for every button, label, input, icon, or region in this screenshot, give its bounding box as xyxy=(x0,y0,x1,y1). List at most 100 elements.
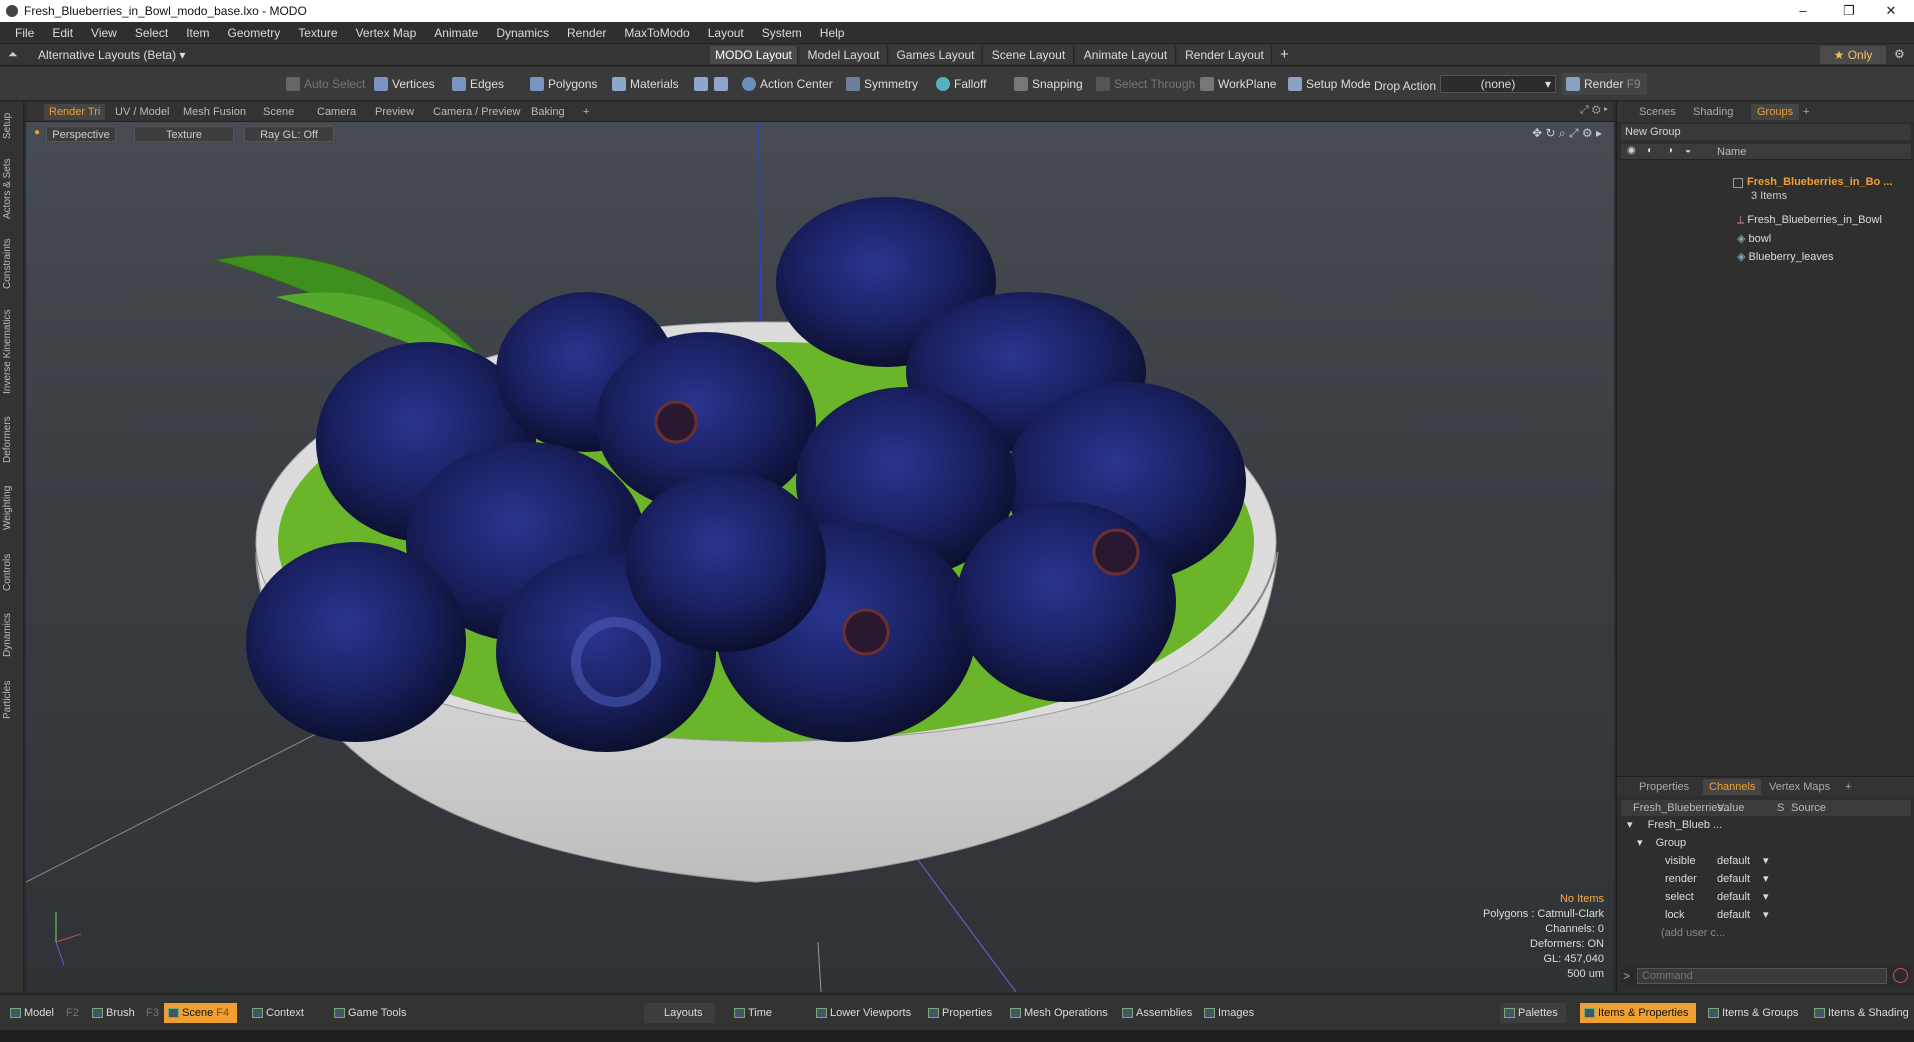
chevron-down-icon[interactable]: ▾ xyxy=(1763,889,1769,906)
properties-button[interactable]: Properties xyxy=(924,1003,992,1023)
add-tab-button[interactable]: + xyxy=(1797,104,1815,120)
viewport-options-icon[interactable]: ⤢ ⚙ ▸ xyxy=(1580,104,1608,117)
drop-action-select[interactable]: (none) ▾ xyxy=(1440,75,1556,93)
name-column-header[interactable]: Name xyxy=(1717,146,1746,158)
polygons-button[interactable]: Polygons xyxy=(526,73,597,95)
select-toggle-icon[interactable]: ◒ xyxy=(1685,145,1691,156)
menu-render[interactable]: Render xyxy=(558,26,615,40)
tab-deformers[interactable]: Deformers xyxy=(2,410,22,470)
close-button[interactable]: ✕ xyxy=(1868,0,1914,22)
channel-value[interactable]: default xyxy=(1717,907,1750,924)
tab-controls[interactable]: Controls xyxy=(2,546,22,598)
menu-system[interactable]: System xyxy=(753,26,811,40)
tab-constraints[interactable]: Constraints xyxy=(2,234,22,294)
s-column-header[interactable]: S xyxy=(1777,802,1784,814)
tab-render-tri[interactable]: Render Tri xyxy=(44,104,106,120)
tab-shading[interactable]: Shading xyxy=(1687,104,1739,120)
source-column-header[interactable]: Source xyxy=(1791,802,1826,814)
menu-item[interactable]: Item xyxy=(177,26,218,40)
snapping-button[interactable]: Snapping xyxy=(1010,73,1083,95)
items-properties-button[interactable]: Items & Properties xyxy=(1580,1003,1697,1023)
table-row[interactable]: lock default ▾ xyxy=(1621,907,1911,924)
list-item[interactable]: ◈ bowl xyxy=(1737,232,1771,245)
gear-icon[interactable]: ⚙ xyxy=(1894,47,1905,61)
channel-value[interactable]: default xyxy=(1717,871,1750,888)
tab-model-layout[interactable]: Model Layout xyxy=(800,46,888,64)
menu-geometry[interactable]: Geometry xyxy=(219,26,290,40)
scene-button[interactable]: Scene F4 xyxy=(164,1003,238,1023)
menu-layout[interactable]: Layout xyxy=(699,26,753,40)
3d-viewport[interactable]: ● Perspective Texture Ray GL: Off ✥ ↻ ⌕ … xyxy=(26,122,1614,992)
menu-edit[interactable]: Edit xyxy=(43,26,82,40)
viewport-menu-icon[interactable]: ● xyxy=(34,127,40,138)
materials-button[interactable]: Materials xyxy=(608,73,679,95)
palettes-button[interactable]: Palettes xyxy=(1500,1003,1566,1023)
add-user-channel-row[interactable]: (add user c... xyxy=(1621,925,1911,942)
channel-value[interactable]: default xyxy=(1717,853,1750,870)
edges-button[interactable]: Edges xyxy=(448,73,504,95)
restore-button[interactable]: ❐ xyxy=(1826,0,1872,22)
tab-actors-sets[interactable]: Actors & Sets xyxy=(2,152,22,226)
chevron-down-icon[interactable]: ▾ xyxy=(1763,853,1769,870)
model-button[interactable]: Model xyxy=(6,1003,54,1023)
tab-scene-layout[interactable]: Scene Layout xyxy=(984,46,1074,64)
tab-modo-layout[interactable]: MODO Layout xyxy=(710,46,798,64)
tab-mesh-fusion[interactable]: Mesh Fusion xyxy=(178,104,251,120)
tab-weighting[interactable]: Weighting xyxy=(2,478,22,538)
list-item[interactable]: ◈ Blueberry_leaves xyxy=(1737,250,1834,263)
tab-render-layout[interactable]: Render Layout xyxy=(1178,46,1272,64)
viewport-nav-icons[interactable]: ✥ ↻ ⌕ ⤢ ⚙ ▸ xyxy=(1532,126,1602,141)
tab-channels[interactable]: Channels xyxy=(1703,779,1762,795)
workplane-button[interactable]: WorkPlane xyxy=(1196,73,1276,95)
raygl-dropdown[interactable]: Ray GL: Off xyxy=(244,126,334,142)
menu-view[interactable]: View xyxy=(82,26,126,40)
select-through-button[interactable]: Select Through xyxy=(1092,73,1195,95)
add-layout-button[interactable]: + xyxy=(1280,46,1289,63)
render-toggle-icon[interactable]: ◐ xyxy=(1647,145,1653,156)
item-mode-icon[interactable] xyxy=(694,77,708,91)
new-group-button[interactable]: New Group xyxy=(1621,124,1911,140)
texture-dropdown[interactable]: Texture xyxy=(134,126,234,142)
menu-select[interactable]: Select xyxy=(126,26,177,40)
layout-up-icon[interactable]: ⏶ xyxy=(8,47,18,62)
action-center-button[interactable]: Action Center xyxy=(738,73,833,95)
tab-setup[interactable]: Setup xyxy=(2,108,22,144)
tab-preview[interactable]: Preview xyxy=(370,104,419,120)
setup-mode-button[interactable]: Setup Mode xyxy=(1284,73,1371,95)
menu-help[interactable]: Help xyxy=(811,26,854,40)
time-button[interactable]: Time xyxy=(730,1003,772,1023)
value-column-header[interactable]: Value xyxy=(1717,802,1744,814)
tab-particles[interactable]: Particles xyxy=(2,672,22,728)
add-tab-button[interactable]: + xyxy=(1839,779,1857,795)
mesh-operations-button[interactable]: Mesh Operations xyxy=(1006,1003,1108,1023)
menu-dynamics[interactable]: Dynamics xyxy=(487,26,558,40)
command-input[interactable] xyxy=(1637,968,1887,984)
tab-vertex-maps[interactable]: Vertex Maps xyxy=(1763,779,1836,795)
lower-viewports-button[interactable]: Lower Viewports xyxy=(812,1003,911,1023)
group-row[interactable]: Fresh_Blueberries_in_Bo ... 3 Items xyxy=(1621,176,1911,208)
alternative-layouts-dropdown[interactable]: Alternative Layouts (Beta) ▾ xyxy=(38,48,185,62)
eye-icon[interactable]: ◉ xyxy=(1627,145,1636,156)
assemblies-button[interactable]: Assemblies xyxy=(1118,1003,1192,1023)
table-row[interactable]: select default ▾ xyxy=(1621,889,1911,906)
table-row[interactable]: render default ▾ xyxy=(1621,871,1911,888)
game-tools-button[interactable]: Game Tools xyxy=(330,1003,407,1023)
table-row[interactable]: visible default ▾ xyxy=(1621,853,1911,870)
tab-scenes[interactable]: Scenes xyxy=(1633,104,1682,120)
add-viewport-tab-button[interactable]: + xyxy=(578,104,594,120)
tab-camera[interactable]: Camera xyxy=(312,104,361,120)
tab-games-layout[interactable]: Games Layout xyxy=(890,46,982,64)
layouts-button[interactable]: Layouts xyxy=(644,1003,715,1023)
pivot-mode-icon[interactable] xyxy=(714,77,728,91)
chevron-down-icon[interactable]: ▾ xyxy=(1763,871,1769,888)
tab-dynamics[interactable]: Dynamics xyxy=(2,606,22,664)
tab-inverse-kinematics[interactable]: Inverse Kinematics xyxy=(2,302,22,402)
channel-value[interactable]: default xyxy=(1717,889,1750,906)
menu-animate[interactable]: Animate xyxy=(425,26,487,40)
tab-scene[interactable]: Scene xyxy=(258,104,299,120)
menu-vertex-map[interactable]: Vertex Map xyxy=(347,26,426,40)
channel-root-row[interactable]: ▾ Fresh_Blueb ... xyxy=(1621,817,1911,834)
tab-baking[interactable]: Baking xyxy=(526,104,570,120)
menu-maxtomodo[interactable]: MaxToModo xyxy=(615,26,698,40)
tab-groups[interactable]: Groups xyxy=(1751,104,1800,120)
